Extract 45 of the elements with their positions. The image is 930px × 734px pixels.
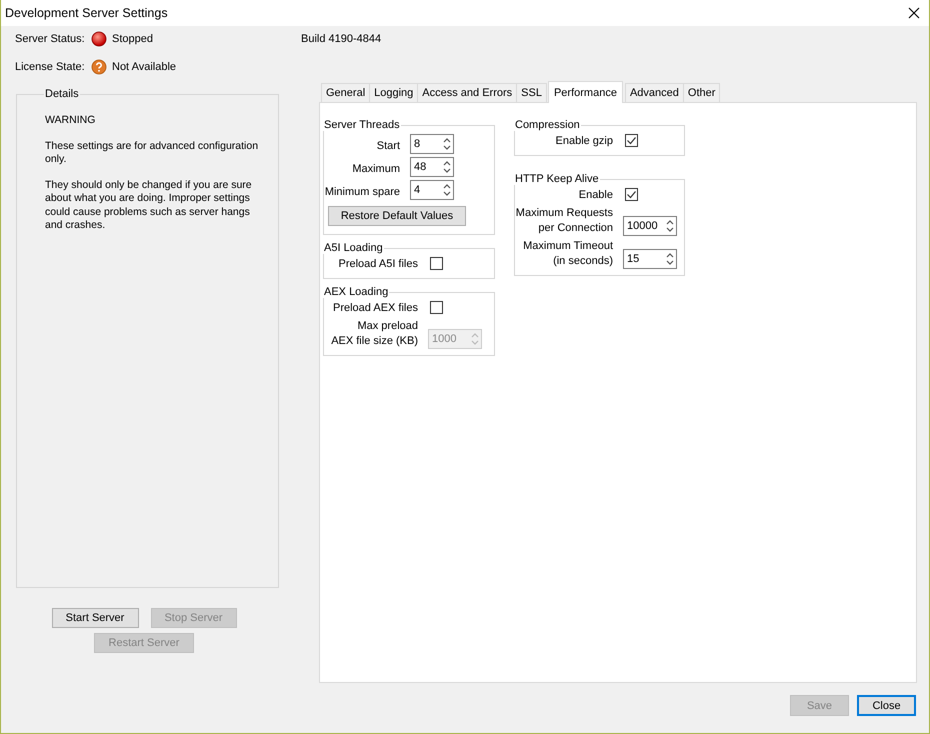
field-label: Max preload AEX file size (KB) [330, 319, 419, 349]
checkbox[interactable] [430, 301, 443, 314]
checkbox-label: Preload AEX files [332, 301, 419, 316]
tab[interactable]: Other [682, 83, 720, 102]
window-title: Development Server Settings [5, 6, 168, 20]
status-label: License State: [15, 61, 86, 73]
checkbox-label: Enable [578, 188, 614, 203]
warning-text: These settings are for advanced configuration only. [45, 140, 260, 166]
status-value: Not Available [112, 61, 176, 73]
tab[interactable]: General [321, 83, 370, 102]
number-spinner[interactable]: 15 [623, 249, 677, 269]
checkbox[interactable] [625, 188, 638, 201]
status-value: Stopped [112, 33, 153, 45]
dialog-button[interactable]: Close [857, 695, 916, 716]
status-label: Server Status: [15, 33, 86, 45]
field-label: Maximum [351, 162, 401, 177]
close-icon [908, 7, 920, 19]
number-spinner[interactable]: 8 [410, 134, 454, 154]
group-title: AEX Loading [323, 286, 390, 298]
restore-defaults-button[interactable]: Restore Default Values [328, 206, 466, 226]
field-label: Start [376, 139, 401, 154]
tab[interactable]: Performance [548, 81, 623, 103]
question-icon [91, 59, 107, 75]
number-spinner[interactable]: 48 [410, 157, 454, 177]
field-label: Maximum Requests per Connection [515, 206, 614, 236]
group-title: Compression [514, 119, 581, 131]
checkbox[interactable] [430, 257, 443, 270]
server-button[interactable]: Start Server [52, 608, 138, 628]
tab[interactable]: Advanced [624, 83, 684, 102]
group-title: A5I Loading [323, 242, 384, 254]
number-spinner[interactable]: 10000 [623, 216, 677, 236]
checkbox-label: Preload A5I files [338, 257, 419, 272]
status-dot-icon [91, 31, 107, 47]
group-title: HTTP Keep Alive [514, 173, 600, 185]
checkbox[interactable] [625, 134, 638, 147]
field-label: Maximum Timeout (in seconds) [522, 239, 614, 269]
warning-text: They should only be changed if you are sure about what you are doing. Improper settings could cause problems such as server hangs and crashes. [45, 178, 253, 232]
group-title: Details [44, 88, 80, 100]
warning-text: WARNING [45, 114, 96, 128]
checkbox-label: Enable gzip [554, 134, 614, 149]
number-spinner[interactable]: 4 [410, 180, 454, 200]
build-number: Build 4190-4844 [301, 32, 382, 47]
group-title: Server Threads [323, 119, 401, 131]
tab[interactable]: SSL [516, 83, 547, 102]
field-label: Minimum spare [324, 185, 401, 200]
